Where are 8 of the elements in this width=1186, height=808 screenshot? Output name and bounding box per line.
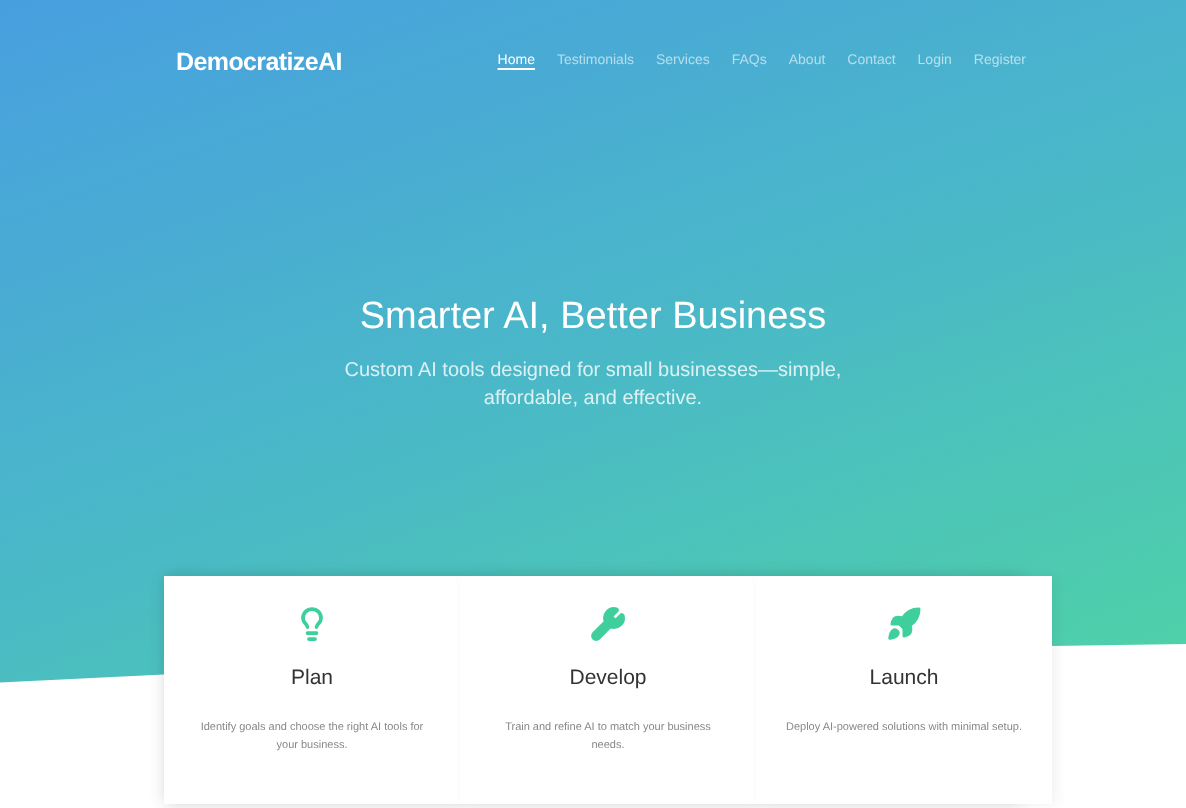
- rocket-icon: [886, 606, 922, 642]
- wrench-icon: [590, 606, 626, 642]
- feature-title: Launch: [869, 664, 939, 694]
- hero-title: Smarter AI, Better Business: [359, 293, 827, 342]
- hero-subtitle: Custom AI tools designed for small businesses—simple, affordable, and effective.: [342, 358, 844, 415]
- brand-logo[interactable]: DemocratizeAI: [176, 44, 342, 82]
- feature-title: Plan: [290, 664, 333, 694]
- feature-title: Develop: [569, 664, 647, 694]
